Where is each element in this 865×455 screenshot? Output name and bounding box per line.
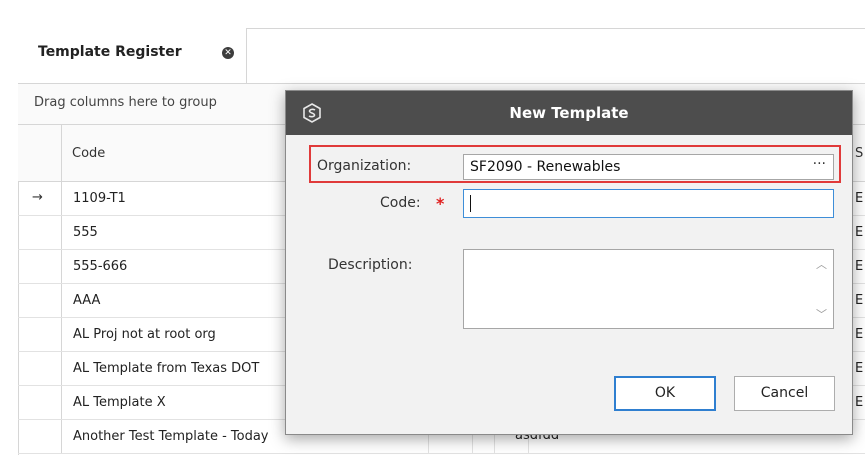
new-template-dialog: New Template Organization: SF2090 - Rene…	[285, 90, 853, 435]
cell-s[interactable]: E	[855, 293, 863, 308]
description-textarea[interactable]: ︿ ﹀	[463, 249, 834, 329]
cell-s[interactable]: E	[855, 191, 863, 206]
column-header-s[interactable]: S	[855, 146, 863, 161]
column-header-code[interactable]: Code	[72, 146, 105, 161]
cell-code[interactable]: 555	[73, 225, 98, 240]
scroll-up-icon[interactable]: ︿	[816, 256, 827, 272]
current-row-arrow-icon: →	[32, 190, 43, 205]
text-caret	[470, 195, 471, 212]
dialog-title: New Template	[509, 104, 629, 122]
scroll-down-icon[interactable]: ﹀	[816, 306, 827, 322]
dialog-title-bar[interactable]: New Template	[286, 91, 852, 135]
cell-s[interactable]: E	[855, 361, 863, 376]
close-tab-icon[interactable]: ✕	[222, 47, 234, 59]
cell-s[interactable]: E	[855, 225, 863, 240]
cell-code[interactable]: Another Test Template - Today	[73, 429, 269, 444]
cancel-button[interactable]: Cancel	[734, 376, 835, 411]
cell-code[interactable]: AL Template from Texas DOT	[73, 361, 259, 376]
cell-code[interactable]: AL Template X	[73, 395, 166, 410]
cell-s[interactable]: E	[855, 259, 863, 274]
organization-browse-button[interactable]: ···	[813, 156, 826, 172]
cell-code[interactable]: 1109-T1	[73, 191, 126, 206]
cell-code[interactable]: AAA	[73, 293, 100, 308]
cell-code[interactable]: AL Proj not at root org	[73, 327, 216, 342]
organization-field[interactable]: SF2090 - Renewables ···	[463, 154, 834, 180]
required-marker: *	[436, 194, 445, 213]
tab-label[interactable]: Template Register	[38, 44, 182, 60]
organization-label: Organization:	[317, 158, 412, 174]
ok-button[interactable]: OK	[614, 376, 716, 411]
description-label: Description:	[328, 257, 413, 273]
cell-s[interactable]: E	[855, 327, 863, 342]
organization-value: SF2090 - Renewables	[470, 159, 621, 175]
cell-code[interactable]: 555-666	[73, 259, 127, 274]
cell-s[interactable]: E	[855, 395, 863, 410]
code-input[interactable]	[463, 189, 834, 218]
group-panel-hint: Drag columns here to group	[34, 95, 217, 110]
code-label: Code:	[380, 195, 421, 211]
